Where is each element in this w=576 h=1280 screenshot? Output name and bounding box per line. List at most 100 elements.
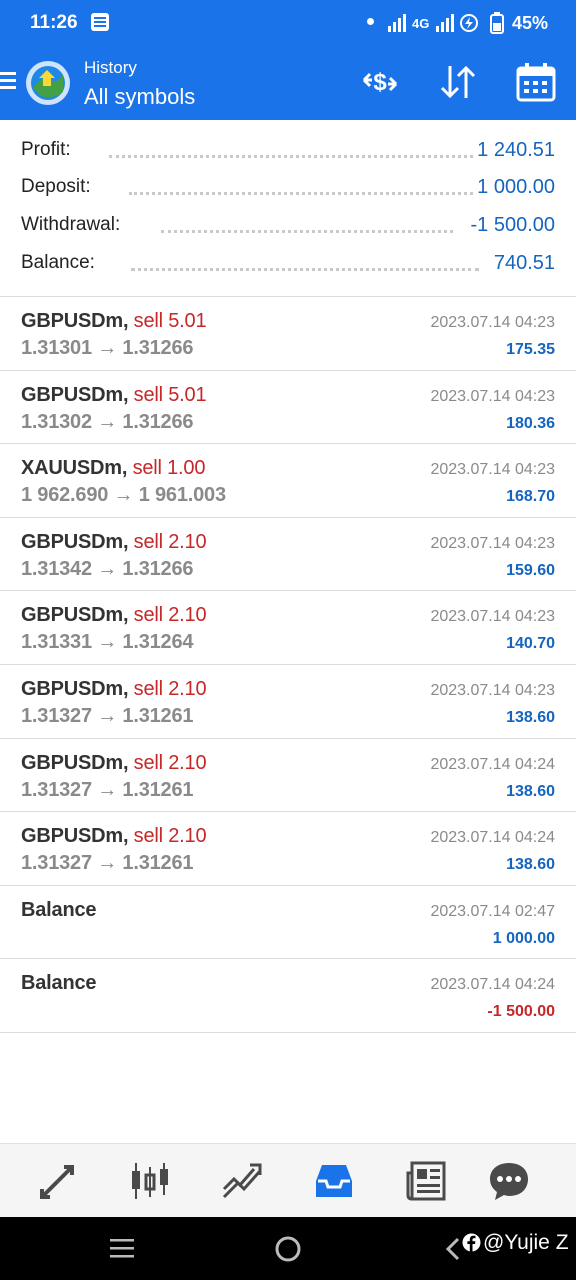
deal-prices: 1.31342 → 1.31266 [21, 557, 194, 580]
deal-title: GBPUSDm, sell 5.01 [21, 383, 207, 407]
deal-prices: 1.31302 → 1.31266 [21, 410, 194, 433]
currency-swap-icon[interactable]: $ [358, 60, 402, 104]
home-icon[interactable] [274, 1235, 302, 1263]
deal-profit: 159.60 [506, 561, 555, 579]
deal-row[interactable]: GBPUSDm, sell 2.10 1.31327 → 1.31261 202… [0, 665, 576, 739]
system-navigation-bar: @Yujie Z [0, 1217, 576, 1280]
deal-side: sell 2.10 [133, 825, 207, 848]
deal-time: 2023.07.14 04:24 [430, 829, 555, 847]
deal-symbol: GBPUSDm, [21, 383, 129, 406]
balance-label: Balance [21, 972, 97, 995]
summary-panel: Profit: 1 240.51 Deposit: 1 000.00 Withd… [0, 120, 576, 297]
recent-apps-icon[interactable] [108, 1237, 136, 1259]
header-subtitle: History [84, 58, 137, 77]
deal-profit: 138.60 [506, 708, 555, 726]
deal-time: 2023.07.14 04:24 [430, 755, 555, 773]
deal-title: GBPUSDm, sell 2.10 [21, 604, 207, 627]
summary-label: Deposit: [21, 176, 91, 197]
battery-icon [490, 12, 504, 34]
deal-row[interactable]: GBPUSDm, sell 5.01 1.31301 → 1.31266 202… [0, 297, 576, 371]
deal-title: GBPUSDm, sell 2.10 [21, 530, 207, 554]
network-type-label: 4G [412, 16, 429, 31]
sort-icon[interactable] [436, 60, 480, 104]
dotted-leader [131, 268, 479, 272]
deal-row[interactable]: GBPUSDm, sell 2.10 1.31331 → 1.31264 202… [0, 591, 576, 665]
deal-time: 2023.07.14 04:23 [430, 387, 555, 405]
summary-label: Profit: [21, 139, 71, 160]
balance-row[interactable]: Balance 2023.07.14 04:24 -1 500.00 [0, 959, 576, 1033]
facebook-icon [462, 1233, 481, 1252]
status-time: 11:26 [30, 12, 78, 33]
notification-dot [367, 18, 374, 25]
history-icon[interactable] [312, 1159, 356, 1203]
deal-row[interactable]: GBPUSDm, sell 2.10 1.31327 → 1.31261 202… [0, 739, 576, 813]
deal-profit: 140.70 [506, 635, 555, 653]
gallery-notification-icon [91, 13, 109, 31]
trade-icon[interactable] [220, 1159, 264, 1203]
deal-row[interactable]: GBPUSDm, sell 2.10 1.31327 → 1.31261 202… [0, 812, 576, 886]
summary-withdrawal-row: Withdrawal: -1 500.00 [21, 214, 555, 244]
deal-row[interactable]: XAUUSDm, sell 1.00 1 962.690 → 1 961.003… [0, 444, 576, 518]
deal-title: GBPUSDm, sell 2.10 [21, 677, 207, 701]
deal-prices: 1.31327 → 1.31261 [21, 704, 194, 727]
chart-icon[interactable] [128, 1159, 172, 1203]
deal-profit: 138.60 [506, 782, 555, 800]
summary-label: Balance: [21, 252, 95, 273]
summary-label: Withdrawal: [21, 214, 121, 235]
hamburger-menu-icon[interactable] [0, 70, 18, 92]
deal-symbol: XAUUSDm, [21, 457, 128, 480]
deal-symbol: GBPUSDm, [21, 310, 129, 332]
deal-time: 2023.07.14 04:23 [430, 681, 555, 699]
deal-symbol: GBPUSDm, [21, 825, 129, 848]
deal-prices: 1.31327 → 1.31261 [21, 852, 194, 875]
deal-profit: 180.36 [506, 414, 555, 432]
deal-symbol: GBPUSDm, [21, 677, 129, 700]
deal-time: 2023.07.14 04:23 [430, 461, 555, 479]
summary-value: 740.51 [493, 252, 555, 274]
deal-side: sell 2.10 [133, 677, 207, 700]
deals-list: GBPUSDm, sell 5.01 1.31301 → 1.31266 202… [0, 297, 576, 1033]
deal-symbol: GBPUSDm, [21, 604, 129, 627]
deal-row[interactable]: GBPUSDm, sell 2.10 1.31342 → 1.31266 202… [0, 518, 576, 592]
watermark: @Yujie Z [462, 1231, 569, 1255]
deal-prices: 1.31331 → 1.31264 [21, 631, 194, 654]
quotes-icon[interactable] [36, 1159, 80, 1203]
deal-symbol: GBPUSDm, [21, 530, 129, 553]
deal-prices: 1.31327 → 1.31261 [21, 778, 194, 801]
summary-deposit-row: Deposit: 1 000.00 [21, 176, 555, 206]
deal-symbol: GBPUSDm, [21, 751, 129, 774]
deal-time: 2023.07.14 04:23 [430, 608, 555, 626]
summary-value: 1 000.00 [477, 176, 555, 198]
deal-side: sell 5.01 [133, 383, 207, 406]
app-logo [26, 61, 70, 105]
dotted-leader [161, 230, 453, 234]
dotted-leader [129, 192, 473, 196]
balance-amount: 1 000.00 [492, 929, 555, 947]
balance-time: 2023.07.14 02:47 [430, 902, 555, 920]
deal-profit: 168.70 [506, 488, 555, 506]
battery-percent: 45% [512, 13, 549, 33]
deal-time: 2023.07.14 04:23 [430, 314, 555, 331]
deal-time: 2023.07.14 04:23 [430, 534, 555, 552]
messages-icon[interactable] [487, 1159, 531, 1203]
news-icon[interactable] [404, 1159, 448, 1203]
page-title[interactable]: All symbols [84, 84, 195, 110]
summary-balance-row: Balance: 740.51 [21, 252, 555, 282]
deal-side: sell 5.01 [133, 310, 207, 332]
deal-title: GBPUSDm, sell 5.01 [21, 310, 207, 333]
deal-side: sell 2.10 [133, 530, 207, 553]
svg-text:$: $ [373, 69, 387, 96]
deal-title: GBPUSDm, sell 2.10 [21, 825, 207, 848]
deal-side: sell 2.10 [133, 751, 207, 774]
dotted-leader [109, 155, 473, 159]
deal-side: sell 1.00 [132, 457, 206, 480]
watermark-text: @Yujie Z [483, 1231, 569, 1254]
back-icon[interactable] [444, 1237, 462, 1261]
calendar-icon[interactable] [514, 60, 558, 104]
deal-prices: 1.31301 → 1.31266 [21, 337, 194, 359]
balance-amount: -1 500.00 [487, 1003, 555, 1021]
deal-row[interactable]: GBPUSDm, sell 5.01 1.31302 → 1.31266 202… [0, 371, 576, 445]
deal-side: sell 2.10 [133, 604, 207, 627]
deal-profit: 175.35 [506, 341, 555, 358]
balance-row[interactable]: Balance 2023.07.14 02:47 1 000.00 [0, 886, 576, 960]
